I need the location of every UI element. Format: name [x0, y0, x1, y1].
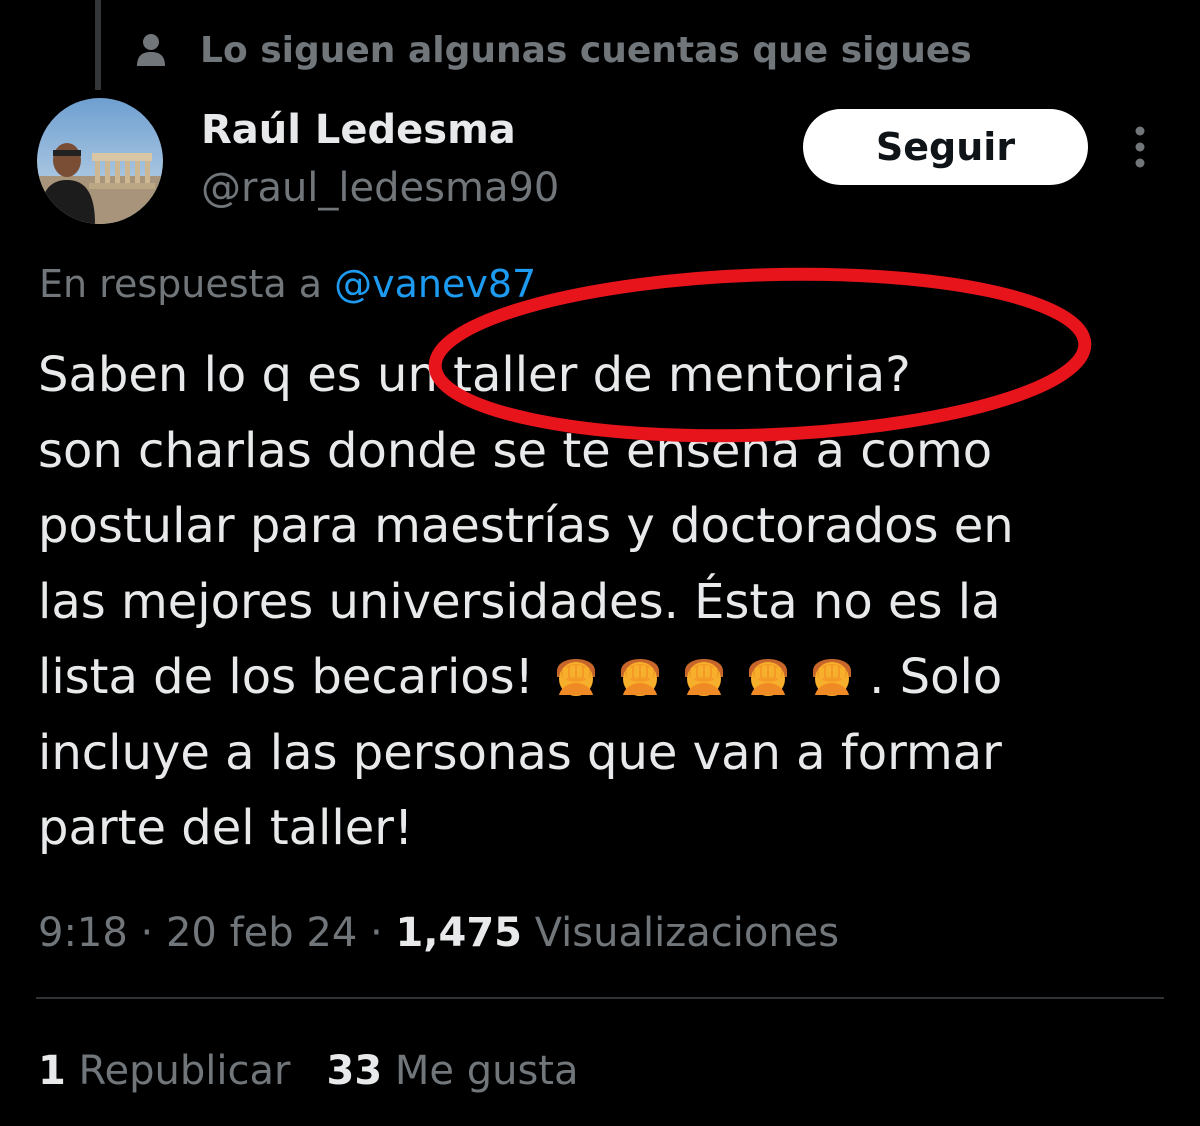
face-palm-emoji-icon — [613, 647, 667, 701]
social-context: Lo siguen algunas cuentas que sigues — [136, 22, 972, 78]
tweet-line-suffix: . Solo — [869, 649, 1003, 705]
reposts-stat[interactable]: 1 Republicar — [38, 1048, 290, 1094]
likes-count: 33 — [326, 1048, 383, 1094]
tweet-line: parte del taller! — [38, 800, 414, 856]
face-palm-emoji-icon — [549, 647, 603, 701]
tweet-line: son charlas donde se te enseña a como — [38, 422, 993, 479]
meta-separator: · — [127, 910, 166, 956]
tweet-line-with-emoji: lista de los becarios! . Solo — [38, 640, 1158, 716]
face-palm-emoji-icon — [741, 647, 795, 701]
views-count: 1,475 — [395, 910, 522, 956]
user-handle[interactable]: @raul_ledesma90 — [201, 160, 559, 216]
social-context-text: Lo siguen algunas cuentas que sigues — [200, 29, 972, 71]
tweet-line: incluye a las personas que van a formar — [38, 724, 1002, 781]
tweet-text: Saben lo q es un taller de mentoria? son… — [38, 338, 1158, 867]
reply-prefix: En respuesta a — [39, 262, 335, 306]
meta-separator: · — [357, 910, 396, 956]
display-name[interactable]: Raúl Ledesma — [201, 100, 559, 160]
engagement-stats: 1 Republicar 33 Me gusta — [38, 1043, 578, 1099]
reposts-label: Republicar — [65, 1048, 291, 1094]
person-icon — [136, 33, 166, 67]
tweet-date[interactable]: 20 feb 24 — [166, 910, 357, 956]
tweet-line: las mejores universidades. Ésta no es la — [38, 573, 1001, 630]
reposts-count: 1 — [38, 1048, 66, 1094]
more-options-icon[interactable] — [1120, 122, 1160, 172]
tweet-line: postular para maestrías y doctorados en — [38, 498, 1014, 554]
likes-stat[interactable]: 33 Me gusta — [326, 1048, 578, 1094]
face-palm-emoji-icon — [805, 647, 859, 701]
follow-button[interactable]: Seguir — [803, 109, 1088, 185]
thread-line — [95, 0, 101, 90]
likes-label: Me gusta — [382, 1048, 579, 1094]
reply-context: En respuesta a @vanev87 — [39, 258, 536, 310]
reply-mention-link[interactable]: @vanev87 — [334, 262, 536, 306]
face-palm-emoji-icon — [677, 647, 731, 701]
views-label: Visualizaciones — [521, 910, 840, 956]
tweet-meta: 9:18 · 20 feb 24 · 1,475 Visualizaciones — [38, 905, 839, 961]
avatar[interactable] — [37, 98, 163, 224]
author-block: Raúl Ledesma @raul_ledesma90 — [201, 100, 559, 216]
divider — [36, 997, 1164, 999]
tweet-line: Saben lo q es un taller de mentoria? — [38, 347, 911, 403]
tweet-time[interactable]: 9:18 — [38, 910, 128, 956]
tweet-line-text: lista de los becarios! — [38, 649, 550, 705]
